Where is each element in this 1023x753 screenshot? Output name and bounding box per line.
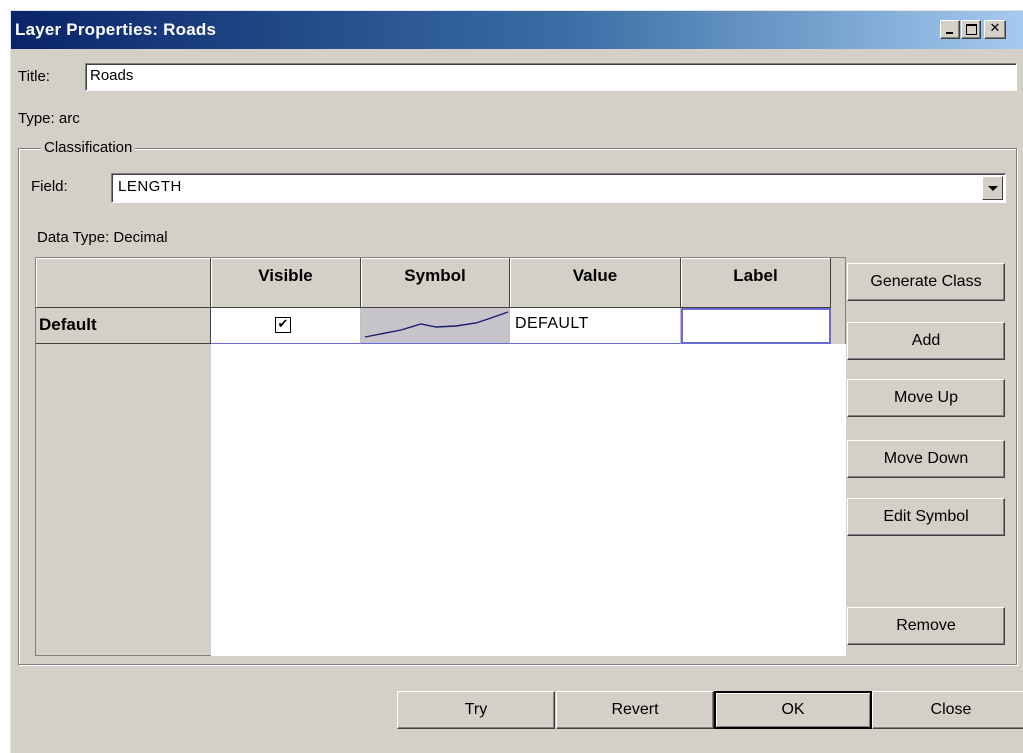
remove-button[interactable]: Remove xyxy=(847,607,1005,645)
value-text: DEFAULT xyxy=(515,315,589,332)
visible-checkbox[interactable]: ✔ xyxy=(275,317,291,333)
chevron-down-icon xyxy=(988,186,998,191)
generate-class-button[interactable]: Generate Class xyxy=(847,263,1005,301)
title-label: Title: xyxy=(18,68,50,85)
close-button[interactable]: Close xyxy=(872,691,1023,729)
field-dropdown-button[interactable] xyxy=(982,176,1003,200)
type-text: Type: arc xyxy=(18,110,80,127)
classification-legend: Classification xyxy=(41,139,136,156)
column-header-label[interactable]: Label xyxy=(681,258,831,308)
data-type-text: Data Type: Decimal xyxy=(37,229,168,246)
value-cell[interactable]: DEFAULT xyxy=(510,308,681,344)
try-button[interactable]: Try xyxy=(397,691,555,729)
row-header-default[interactable]: Default xyxy=(36,308,211,344)
field-label: Field: xyxy=(31,178,68,195)
grid-corner-header xyxy=(36,258,211,308)
minimize-icon xyxy=(946,32,953,34)
maximize-icon xyxy=(966,24,977,35)
field-dropdown[interactable]: LENGTH xyxy=(111,173,1006,203)
column-header-value[interactable]: Value xyxy=(510,258,681,308)
close-icon: ✕ xyxy=(989,21,1001,36)
visible-cell[interactable]: ✔ xyxy=(211,308,361,344)
line-symbol-icon xyxy=(364,311,509,338)
field-value: LENGTH xyxy=(118,178,182,195)
ok-button[interactable]: OK xyxy=(714,691,872,729)
layer-properties-dialog: Layer Properties: Roads ✕ Title: Roads T… xyxy=(10,10,1023,753)
class-grid[interactable]: Visible Symbol Value Label Default ✔ DEF… xyxy=(35,257,846,656)
move-down-button[interactable]: Move Down xyxy=(847,440,1005,478)
window-title: Layer Properties: Roads xyxy=(15,20,217,39)
close-window-button[interactable]: ✕ xyxy=(984,20,1006,39)
edit-symbol-button[interactable]: Edit Symbol xyxy=(847,498,1005,536)
title-input[interactable]: Roads xyxy=(85,63,1017,91)
add-button[interactable]: Add xyxy=(847,322,1005,360)
title-bar[interactable]: Layer Properties: Roads ✕ xyxy=(11,11,1023,49)
revert-button[interactable]: Revert xyxy=(556,691,714,729)
symbol-cell[interactable] xyxy=(361,308,510,344)
label-cell[interactable] xyxy=(681,308,831,344)
minimize-button[interactable] xyxy=(940,20,960,39)
move-up-button[interactable]: Move Up xyxy=(847,379,1005,417)
column-header-symbol[interactable]: Symbol xyxy=(361,258,510,308)
column-header-visible[interactable]: Visible xyxy=(211,258,361,308)
maximize-button[interactable] xyxy=(961,20,981,39)
grid-empty-area xyxy=(211,344,846,656)
